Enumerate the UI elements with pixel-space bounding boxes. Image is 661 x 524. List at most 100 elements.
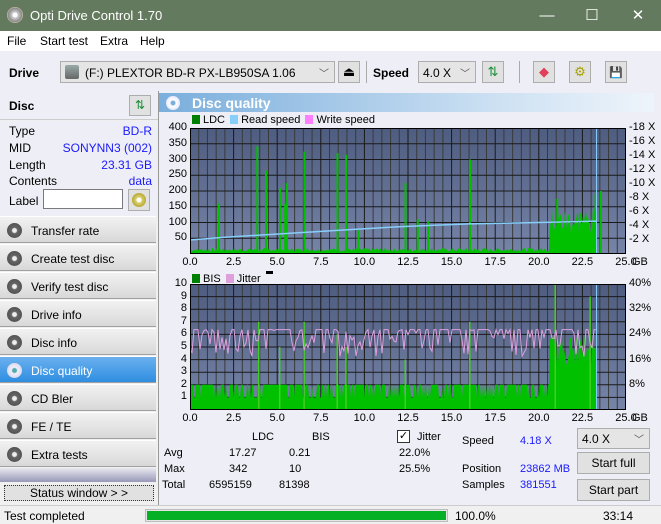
ldc-spike (264, 170, 267, 254)
menu-start-test[interactable]: Start test (40, 34, 88, 48)
window-title: Opti Drive Control 1.70 (30, 8, 163, 23)
close-button[interactable]: ✕ (615, 0, 661, 31)
progress-percent: 100.0% (455, 509, 496, 523)
toolbar-divider (519, 61, 520, 83)
avg-jitter: 22.0% (399, 447, 431, 459)
ldc-spike (303, 151, 306, 254)
nav-label: Transfer rate (31, 224, 100, 238)
x-tick-label: 0.0 (182, 256, 198, 268)
disc-nav-icon (7, 419, 22, 434)
x-tick-label: 5.0 (269, 256, 285, 268)
y-right-tick-label: -8 X (629, 191, 650, 203)
ldc-spike (599, 191, 602, 254)
y-left-tick-label: 100 (168, 215, 187, 228)
disc-nav-icon (7, 223, 22, 238)
field-value: data (128, 174, 152, 188)
disc-icon (132, 193, 146, 207)
nav-disc-quality[interactable]: Disc quality (0, 356, 156, 383)
legend-write-speed: Write speed (316, 114, 375, 126)
legend-swatch-bis (192, 274, 200, 283)
nav-label: Extra tests (31, 448, 88, 462)
test-speed-select[interactable]: 4.0 X ﹀ (577, 428, 650, 449)
nav-verify-test-disc[interactable]: Verify test disc (0, 272, 156, 299)
x-tick-label: 22.5 (571, 256, 594, 268)
ldc-spike (256, 146, 259, 254)
maximize-button[interactable]: ☐ (569, 0, 615, 31)
chevron-down-icon: ﹀ (634, 435, 644, 446)
refresh-button[interactable]: ⇅ (482, 61, 504, 83)
erase-button[interactable]: ◆ (533, 61, 555, 83)
menu-file[interactable]: File (7, 34, 26, 48)
legend-swatch-write-speed (305, 115, 314, 124)
nav-label: Create test disc (31, 252, 115, 266)
field-label: MID (9, 141, 31, 155)
disc-nav-icon (7, 447, 22, 462)
total-ldc: 6595159 (209, 479, 252, 491)
disc-label-button[interactable] (128, 189, 150, 211)
nav-disc-info[interactable]: Disc info (0, 328, 156, 355)
col-ldc-header: LDC (252, 431, 275, 443)
jitter-checkbox[interactable]: ✓ (397, 430, 410, 443)
nav-fe-te[interactable]: FE / TE (0, 412, 156, 439)
field-value: 23.31 GB (101, 158, 152, 172)
max-jitter: 25.5% (399, 463, 431, 475)
avg-ldc: 17.27 (229, 447, 257, 459)
ldc-spike (469, 159, 472, 254)
x-axis-unit-label: GB (632, 256, 648, 268)
app-disc-icon (7, 7, 23, 23)
chart1-legend: LDC Read speed Write speed (192, 114, 375, 126)
y-right-tick-label: 40% (629, 277, 652, 289)
drive-select[interactable]: (F:) PLEXTOR BD-R PX-LB950SA 1.06 ﹀ (60, 61, 335, 83)
status-window-button[interactable]: Status window > > (4, 485, 154, 501)
legend-swatch-ldc (192, 115, 200, 124)
disc-refresh-button[interactable]: ⇅ (129, 95, 151, 116)
nav-extra-tests[interactable]: Extra tests (0, 440, 156, 467)
x-tick-label: 10.0 (353, 256, 376, 268)
settings-button[interactable]: ⚙ (569, 61, 591, 83)
toolbar-divider (366, 61, 367, 83)
ldc-spike (345, 154, 348, 254)
chevron-down-icon: ﹀ (319, 69, 329, 80)
refresh-arrows-icon: ⇅ (134, 98, 146, 112)
disc-label-input[interactable] (43, 189, 123, 209)
speed-select[interactable]: 4.0 X ﹀ (418, 61, 476, 83)
y-right-tick-label: 16% (629, 352, 652, 365)
eject-button[interactable]: ⏏ (338, 61, 360, 83)
menu-extra[interactable]: Extra (100, 34, 128, 48)
start-full-button[interactable]: Start full (577, 452, 650, 474)
x-tick-label: 20.0 (528, 256, 550, 268)
disc-header: Disc ⇅ (0, 91, 158, 120)
gears-icon: ⚙ (574, 64, 586, 79)
drive-label: Drive (9, 66, 40, 80)
y-left-tick-label: 150 (168, 199, 187, 212)
bis-spike (303, 321, 305, 410)
nav-drive-info[interactable]: Drive info (0, 300, 156, 327)
x-tick-label: 7.5 (313, 412, 329, 424)
ldc-spike (556, 198, 559, 254)
x-tick-label: 17.5 (484, 412, 506, 424)
y-left-tick-label: 350 (168, 136, 187, 149)
ldc-spike (285, 183, 288, 254)
nav-cd-bler[interactable]: CD Bler (0, 384, 156, 411)
y-right-tick-label: 32% (629, 302, 652, 315)
minimize-button[interactable]: — (524, 0, 570, 31)
y-right-tick-label: -4 X (629, 219, 650, 231)
save-button[interactable]: 💾 (605, 61, 627, 83)
nav-transfer-rate[interactable]: Transfer rate (0, 216, 156, 243)
menu-help[interactable]: Help (140, 34, 165, 48)
nav-create-test-disc[interactable]: Create test disc (0, 244, 156, 271)
x-tick-label: 15.0 (440, 256, 463, 268)
nav-label: Verify test disc (31, 280, 109, 294)
status-text: Test completed (4, 509, 85, 523)
y-left-tick-label: 5 (180, 340, 187, 352)
nav-label: CD Bler (31, 392, 74, 406)
field-label: Length (9, 158, 46, 172)
chart2-legend: BIS Jitter (192, 271, 273, 285)
x-tick-label: 17.5 (484, 256, 506, 268)
start-part-button[interactable]: Start part (577, 479, 650, 501)
y-left-tick-label: 50 (174, 231, 187, 244)
sidebar: Disc ⇅ Type BD-R MID SONYNN3 (002) Length 2… (0, 91, 158, 505)
refresh-arrows-icon: ⇅ (487, 64, 499, 79)
progress-fill (147, 511, 446, 520)
ldc-spike (217, 203, 220, 254)
